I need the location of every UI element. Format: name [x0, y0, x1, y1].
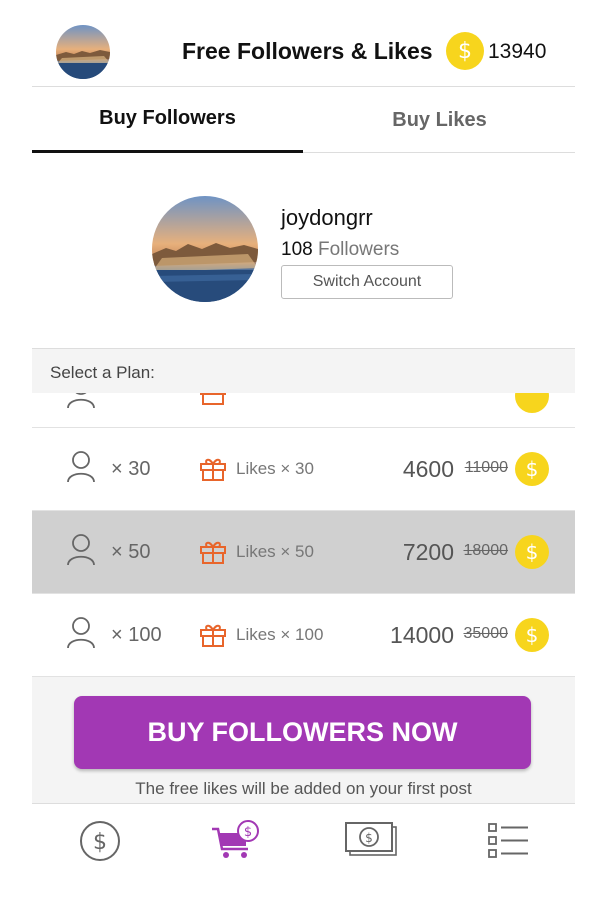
person-icon	[67, 451, 95, 483]
coin-icon: $	[446, 32, 484, 70]
plan-old-price: 35000	[463, 625, 509, 642]
plan-section: Select a Plan: × 30 Likes × 30 4600 1100…	[32, 348, 575, 693]
plan-follower-count: × 50	[111, 541, 151, 563]
plan-price: 14000	[390, 622, 454, 648]
plan-row-partial[interactable]	[32, 393, 575, 428]
plan-follower-count: × 100	[111, 624, 162, 646]
followers-number: 108	[281, 239, 313, 260]
plan-label: Select a Plan:	[50, 363, 155, 382]
plan-likes-bonus: Likes × 30	[236, 459, 314, 478]
tab-buy-followers[interactable]: Buy Followers	[32, 87, 303, 153]
plan-row[interactable]: × 30 Likes × 30 4600 11000 $	[32, 428, 575, 511]
switch-account-button[interactable]: Switch Account	[281, 265, 453, 299]
plan-row-selected[interactable]: × 50 Likes × 50 7200 18000 $	[32, 511, 575, 594]
followers-word: Followers	[317, 239, 400, 260]
svg-text:$: $	[243, 825, 251, 840]
tab-buy-likes[interactable]: Buy Likes	[304, 87, 575, 153]
gift-icon	[200, 393, 226, 405]
plan-old-price: 18000	[463, 542, 509, 559]
nav-earn-coins[interactable]: $	[32, 804, 167, 877]
plan-list[interactable]: × 30 Likes × 30 4600 11000 $ × 50 Likes …	[32, 393, 575, 693]
profile-avatar-small[interactable]	[56, 25, 110, 79]
coin-balance: 13940	[488, 40, 547, 63]
gift-icon	[200, 458, 226, 481]
buy-area: BUY FOLLOWERS NOW The free likes will be…	[32, 693, 575, 803]
cart-coin-icon: $	[211, 819, 259, 858]
free-likes-note: The free likes will be added on your fir…	[135, 779, 472, 798]
plan-likes-bonus: Likes × 100	[236, 625, 324, 644]
plan-follower-count: × 30	[111, 458, 151, 480]
svg-text:$: $	[93, 830, 107, 855]
coin-icon	[515, 393, 549, 413]
person-icon	[67, 617, 95, 649]
person-icon	[67, 393, 95, 409]
plan-old-price: 11000	[464, 459, 508, 476]
nav-buy[interactable]: $	[168, 804, 303, 877]
coin-icon: $	[515, 452, 549, 486]
coin-icon: $	[515, 535, 549, 569]
banknote-icon: $	[344, 821, 397, 856]
nav-list[interactable]	[440, 804, 575, 877]
nav-offers[interactable]: $	[304, 804, 439, 877]
gift-icon	[200, 541, 226, 564]
top-bar: Free Followers & Likes $ 13940	[32, 0, 575, 87]
username: joydongrr	[281, 205, 373, 230]
app-screen: Free Followers & Likes $ 13940 Buy Follo…	[32, 0, 575, 923]
followers-count: 108 Followers	[281, 239, 399, 261]
coin-circle-icon: $	[79, 820, 120, 861]
tab-bar: Buy Followers Buy Likes	[32, 87, 575, 153]
svg-text:$: $	[365, 831, 373, 845]
bottom-nav: $ $ $	[32, 803, 575, 876]
plan-row[interactable]: × 100 Likes × 100 14000 35000 $	[32, 594, 575, 677]
gift-icon	[200, 624, 226, 647]
plan-likes-bonus: Likes × 50	[236, 542, 314, 561]
plan-price: 4600	[402, 456, 454, 482]
plan-price: 7200	[402, 539, 454, 565]
buy-followers-button[interactable]: BUY FOLLOWERS NOW	[74, 696, 531, 769]
list-icon	[487, 822, 528, 858]
app-title: Free Followers & Likes	[182, 38, 433, 64]
profile-avatar	[152, 196, 258, 302]
person-icon	[67, 534, 95, 566]
coin-icon: $	[515, 618, 549, 652]
